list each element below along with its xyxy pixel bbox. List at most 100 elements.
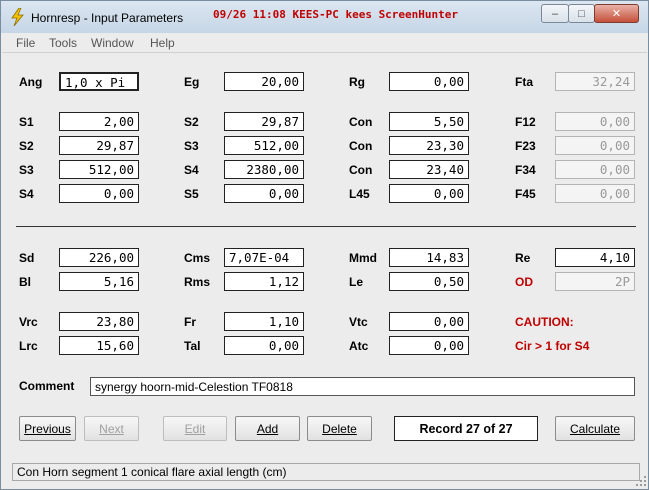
fr-label: Fr bbox=[184, 315, 196, 329]
ang-field[interactable]: 1,0 x Pi bbox=[59, 72, 139, 91]
od-label: OD bbox=[515, 275, 533, 289]
status-bar: Con Horn segment 1 conical flare axial l… bbox=[12, 463, 640, 481]
menu-window[interactable]: Window bbox=[91, 36, 134, 50]
add-button[interactable]: Add bbox=[235, 416, 300, 441]
previous-button[interactable]: Previous bbox=[19, 416, 76, 441]
add-button-label: Add bbox=[256, 421, 279, 436]
sd-field[interactable]: 226,00 bbox=[59, 248, 139, 267]
od-field: 2P bbox=[555, 272, 635, 291]
menu-bar: File Tools Window Help bbox=[2, 33, 647, 53]
fr-field[interactable]: 1,10 bbox=[224, 312, 304, 331]
con1-label: Con bbox=[349, 115, 373, 129]
rg-label: Rg bbox=[349, 75, 365, 89]
le-field[interactable]: 0,50 bbox=[389, 272, 469, 291]
l45-field[interactable]: 0,00 bbox=[389, 184, 469, 203]
s3-row-field[interactable]: 512,00 bbox=[59, 160, 139, 179]
s1-label: S1 bbox=[19, 115, 34, 129]
con3-field[interactable]: 23,40 bbox=[389, 160, 469, 179]
vtc-label: Vtc bbox=[349, 315, 368, 329]
close-icon: ✕ bbox=[611, 8, 622, 20]
calculate-button-label: Calculate bbox=[569, 421, 621, 436]
fta-label: Fta bbox=[515, 75, 533, 89]
menu-help[interactable]: Help bbox=[150, 36, 175, 50]
s2-row-field[interactable]: 29,87 bbox=[59, 136, 139, 155]
minimize-icon: – bbox=[551, 7, 559, 20]
s4-field[interactable]: 2380,00 bbox=[224, 160, 304, 179]
vrc-field[interactable]: 23,80 bbox=[59, 312, 139, 331]
cms-field[interactable]: 7,07E-04 bbox=[224, 248, 304, 267]
previous-button-label: Previous bbox=[24, 421, 71, 436]
menu-tools[interactable]: Tools bbox=[49, 36, 77, 50]
atc-field[interactable]: 0,00 bbox=[389, 336, 469, 355]
resize-grip-icon[interactable] bbox=[635, 475, 647, 487]
close-button[interactable]: ✕ bbox=[594, 4, 639, 23]
atc-label: Atc bbox=[349, 339, 369, 353]
vrc-label: Vrc bbox=[19, 315, 38, 329]
fta-field: 32,24 bbox=[555, 72, 635, 91]
s2-label: S2 bbox=[184, 115, 199, 129]
comment-label: Comment bbox=[19, 379, 75, 393]
edit-button-label: Edit bbox=[184, 421, 206, 436]
s5-field[interactable]: 0,00 bbox=[224, 184, 304, 203]
hornresp-window: Hornresp - Input Parameters 09/26 11:08 … bbox=[0, 0, 649, 490]
record-indicator: Record 27 of 27 bbox=[394, 416, 538, 441]
con1-field[interactable]: 5,50 bbox=[389, 112, 469, 131]
rms-field[interactable]: 1,12 bbox=[224, 272, 304, 291]
s2-row-label: S2 bbox=[19, 139, 34, 153]
mmd-label: Mmd bbox=[349, 251, 377, 265]
con2-label: Con bbox=[349, 139, 373, 153]
s4-row-field[interactable]: 0,00 bbox=[59, 184, 139, 203]
section-divider bbox=[16, 226, 636, 227]
maximize-icon: □ bbox=[578, 7, 585, 20]
delete-button-label: Delete bbox=[322, 421, 357, 436]
s2-field[interactable]: 29,87 bbox=[224, 112, 304, 131]
l45-label: L45 bbox=[349, 187, 370, 201]
re-field[interactable]: 4,10 bbox=[555, 248, 635, 267]
s4-row-label: S4 bbox=[19, 187, 34, 201]
lrc-field[interactable]: 15,60 bbox=[59, 336, 139, 355]
eg-label: Eg bbox=[184, 75, 200, 89]
f34-field: 0,00 bbox=[555, 160, 635, 179]
s5-label: S5 bbox=[184, 187, 199, 201]
lrc-label: Lrc bbox=[19, 339, 38, 353]
f45-label: F45 bbox=[515, 187, 536, 201]
eg-field[interactable]: 20,00 bbox=[224, 72, 304, 91]
mmd-field[interactable]: 14,83 bbox=[389, 248, 469, 267]
f12-field: 0,00 bbox=[555, 112, 635, 131]
caution-message: Cir > 1 for S4 bbox=[515, 339, 590, 353]
next-button[interactable]: Next bbox=[84, 416, 139, 441]
cms-label: Cms bbox=[184, 251, 211, 265]
edit-button[interactable]: Edit bbox=[163, 416, 227, 441]
tal-field[interactable]: 0,00 bbox=[224, 336, 304, 355]
s3-field[interactable]: 512,00 bbox=[224, 136, 304, 155]
ang-label: Ang bbox=[19, 75, 43, 89]
caution-title: CAUTION: bbox=[515, 315, 574, 329]
maximize-button[interactable]: □ bbox=[568, 4, 595, 23]
window-title: Hornresp - Input Parameters bbox=[31, 11, 184, 25]
lightning-bolt-icon bbox=[11, 8, 24, 26]
bl-label: Bl bbox=[19, 275, 31, 289]
f23-field: 0,00 bbox=[555, 136, 635, 155]
bl-field[interactable]: 5,16 bbox=[59, 272, 139, 291]
s1-field[interactable]: 2,00 bbox=[59, 112, 139, 131]
menu-file[interactable]: File bbox=[16, 36, 35, 50]
le-label: Le bbox=[349, 275, 364, 289]
delete-button[interactable]: Delete bbox=[307, 416, 372, 441]
next-button-label: Next bbox=[99, 421, 124, 436]
f34-label: F34 bbox=[515, 163, 536, 177]
vtc-field[interactable]: 0,00 bbox=[389, 312, 469, 331]
comment-field[interactable]: synergy hoorn-mid-Celestion TF0818 bbox=[90, 377, 635, 396]
rms-label: Rms bbox=[184, 275, 211, 289]
sd-label: Sd bbox=[19, 251, 35, 265]
re-label: Re bbox=[515, 251, 531, 265]
con2-field[interactable]: 23,30 bbox=[389, 136, 469, 155]
rg-field[interactable]: 0,00 bbox=[389, 72, 469, 91]
s3-row-label: S3 bbox=[19, 163, 34, 177]
calculate-button[interactable]: Calculate bbox=[555, 416, 635, 441]
s3-label: S3 bbox=[184, 139, 199, 153]
title-bar[interactable]: Hornresp - Input Parameters 09/26 11:08 … bbox=[1, 1, 648, 33]
screenhunter-overlay-text: 09/26 11:08 KEES-PC kees ScreenHunter bbox=[213, 8, 459, 21]
minimize-button[interactable]: – bbox=[541, 4, 569, 23]
s4-label: S4 bbox=[184, 163, 199, 177]
f12-label: F12 bbox=[515, 115, 536, 129]
